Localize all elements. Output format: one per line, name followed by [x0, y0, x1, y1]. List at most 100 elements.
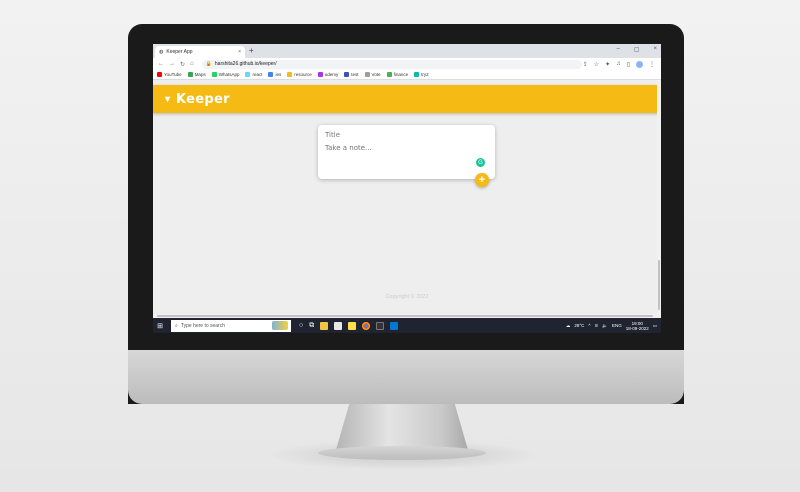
cortana-icon[interactable]: ○	[299, 322, 303, 329]
home-icon[interactable]: ⌂	[190, 61, 194, 67]
monitor-chin	[128, 350, 684, 404]
bookmark-item[interactable]: udemy	[317, 72, 339, 77]
bookmark-favicon-icon	[157, 72, 162, 77]
sticky-notes-icon[interactable]	[348, 321, 357, 330]
bookmark-item[interactable]: ies	[268, 72, 281, 77]
bookmark-item[interactable]: WhatsApp	[211, 72, 240, 77]
store-icon[interactable]	[334, 321, 343, 330]
note-title-input[interactable]	[325, 131, 488, 139]
bookmark-favicon-icon	[414, 72, 420, 77]
monitor-stand	[336, 404, 468, 450]
bookmark-favicon-icon	[386, 72, 392, 77]
bookmark-favicon-icon	[287, 72, 293, 77]
bookmark-label: YouTube	[164, 72, 182, 77]
reload-icon[interactable]: ↻	[180, 61, 185, 68]
footer-copyright: Copyright © 2022	[385, 294, 429, 300]
chrome-icon[interactable]	[362, 321, 371, 330]
window-controls: – ▢ ×	[616, 46, 657, 53]
lightbulb-icon: ▾	[165, 93, 171, 105]
chevron-up-icon[interactable]: ^	[588, 323, 590, 328]
bookmark-label: ies	[275, 72, 282, 77]
bookmark-label: Vote	[371, 72, 381, 77]
clock[interactable]: 19:00 18-09-2022	[626, 321, 649, 331]
close-window-button[interactable]: ×	[653, 46, 657, 53]
wifi-icon[interactable]: ≋	[595, 323, 599, 329]
close-tab-icon[interactable]: ×	[238, 49, 241, 55]
create-note-form: G	[318, 125, 495, 179]
bookmark-favicon-icon	[187, 72, 193, 77]
weather-temp[interactable]: 28°C	[574, 323, 584, 328]
bookmark-item[interactable]: Maps	[187, 72, 206, 77]
search-placeholder: Type here to search	[180, 322, 226, 329]
add-note-button[interactable]: +	[475, 173, 489, 187]
share-icon[interactable]: ⇪	[583, 61, 588, 68]
taskbar-search[interactable]: ⌕ Type here to search	[171, 319, 291, 332]
bookmark-label: finance	[393, 72, 409, 77]
task-view-icon[interactable]: ⧉	[309, 322, 314, 330]
url-field[interactable]: 🔒 harshita26.github.io/keeper/	[201, 59, 582, 69]
bookmark-label: Maps	[194, 72, 206, 77]
date: 18-09-2022	[625, 325, 649, 331]
grammarly-icon[interactable]: G	[476, 158, 485, 167]
scrollbar-thumb[interactable]	[658, 260, 660, 310]
maximize-button[interactable]: ▢	[634, 46, 640, 53]
bookmark-favicon-icon	[211, 72, 217, 77]
language[interactable]: ENG	[612, 323, 622, 328]
volume-icon[interactable]: 🔈	[602, 323, 608, 329]
search-highlight-image	[272, 320, 288, 330]
back-arrow-icon[interactable]: ←	[158, 61, 164, 67]
search-icon: ⌕	[175, 322, 178, 329]
bookmark-item[interactable]: YouTube	[157, 72, 182, 77]
forward-arrow-icon[interactable]: →	[169, 61, 175, 67]
file-explorer-icon[interactable]	[320, 321, 329, 330]
sidepanel-icon[interactable]: ▯	[627, 61, 630, 68]
bookmark-favicon-icon	[268, 72, 274, 77]
bookmark-label: resource	[294, 72, 312, 77]
note-content-input[interactable]	[325, 144, 488, 152]
windows-taskbar: ⊞ ⌕ Type here to search ○ ⧉ ☁ 28°C ^ ≋ 🔈…	[153, 318, 661, 333]
vertical-scrollbar[interactable]	[657, 80, 661, 318]
weather-icon[interactable]: ☁	[566, 323, 571, 329]
bookmark-label: try2	[421, 72, 429, 77]
browser-tab[interactable]: ◍ Keeper App ×	[155, 46, 245, 58]
terminal-icon[interactable]	[376, 321, 385, 330]
bookmark-favicon-icon	[317, 72, 323, 77]
bookmark-favicon-icon	[364, 72, 370, 77]
tab-title: Keeper App	[166, 49, 193, 55]
vscode-icon[interactable]	[390, 321, 399, 330]
bookmark-favicon-icon	[245, 72, 251, 77]
bookmark-label: test	[351, 72, 359, 77]
scrollbar-thumb[interactable]	[157, 315, 653, 317]
bookmark-label: react	[252, 72, 263, 77]
bookmark-label: udemy	[324, 72, 339, 77]
toolbar-icons: ⇪ ☆ ✦ ♫ ▯ ⋮	[583, 60, 655, 68]
bookmark-item[interactable]: Vote	[364, 72, 381, 77]
tab-bar: ◍ Keeper App × + – ▢ ×	[153, 44, 661, 58]
profile-avatar[interactable]	[636, 60, 643, 68]
new-tab-button[interactable]: +	[249, 46, 254, 55]
bookmark-item[interactable]: resource	[287, 72, 312, 77]
media-icon[interactable]: ♫	[616, 61, 621, 67]
extensions-icon[interactable]: ✦	[605, 61, 610, 68]
lock-icon: 🔒	[205, 61, 212, 67]
bookmarks-bar: YouTube Maps WhatsApp react ies resource udemy…	[153, 70, 661, 80]
menu-icon[interactable]: ⋮	[649, 61, 655, 68]
page-viewport: ▾ Keeper G + Copyright © 2022	[153, 80, 661, 318]
stand-base	[318, 446, 486, 460]
bookmark-item[interactable]: finance	[386, 72, 409, 77]
screen: ◍ Keeper App × + – ▢ × ← → ↻ ⌂ 🔒 harshit…	[153, 44, 661, 333]
minimize-button[interactable]: –	[616, 46, 619, 53]
bookmark-item[interactable]: try2	[414, 72, 429, 77]
pinned-apps: ○ ⧉	[299, 321, 399, 330]
notifications-icon[interactable]: ▭	[653, 323, 657, 329]
address-bar: ← → ↻ ⌂ 🔒 harshita26.github.io/keeper/ ⇪…	[153, 58, 661, 70]
bookmark-item[interactable]: test	[344, 72, 359, 77]
bookmark-item[interactable]: react	[245, 72, 262, 77]
bookmark-favicon-icon	[344, 72, 350, 77]
bookmark-label: WhatsApp	[218, 72, 240, 77]
app-title: Keeper	[176, 91, 230, 107]
star-icon[interactable]: ☆	[594, 61, 599, 68]
system-tray: ☁ 28°C ^ ≋ 🔈 ENG 19:00 18-09-2022 ▭	[566, 321, 661, 331]
url-text: harshita26.github.io/keeper/	[214, 61, 277, 67]
windows-start-icon[interactable]: ⊞	[153, 318, 167, 333]
